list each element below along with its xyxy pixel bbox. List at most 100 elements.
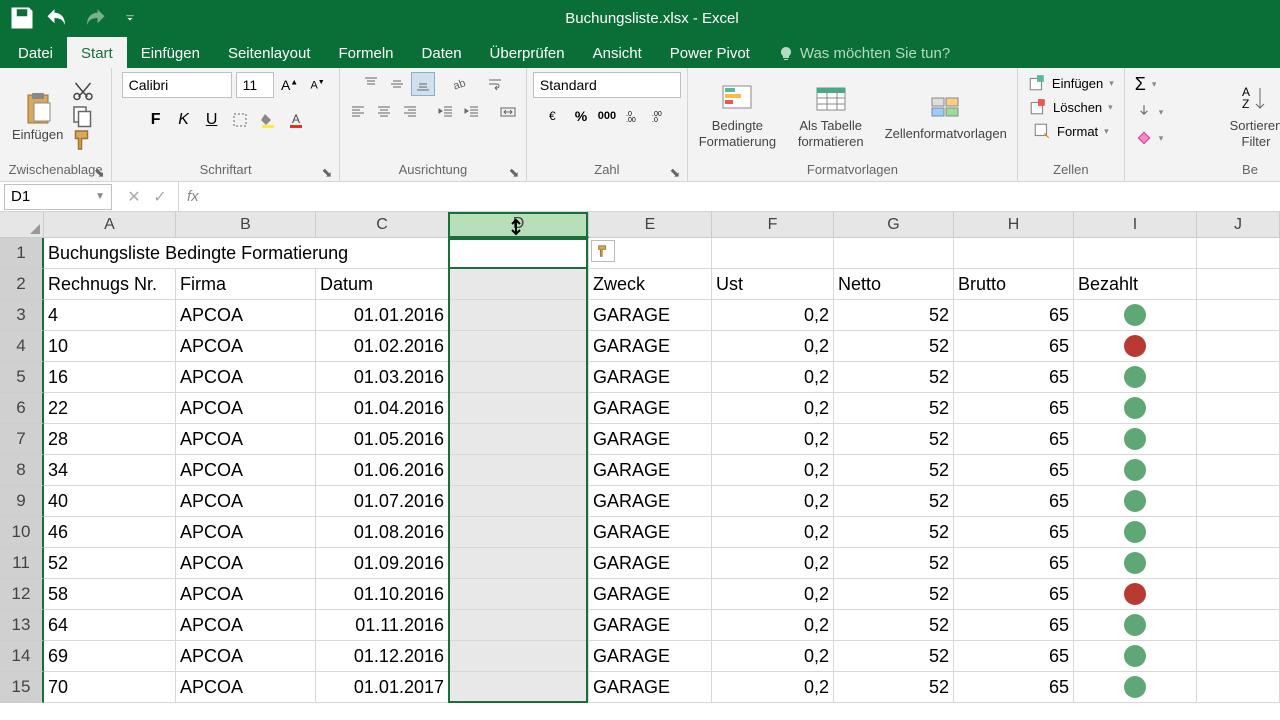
cell[interactable]: 0,2 — [712, 424, 834, 455]
cell[interactable]: APCOA — [176, 486, 316, 517]
cell[interactable]: 01.11.2016 — [316, 610, 449, 641]
underline-button[interactable]: U — [200, 108, 224, 132]
cell[interactable]: 65 — [954, 517, 1074, 548]
formula-input[interactable]: fx — [179, 188, 1280, 205]
cell[interactable]: APCOA — [176, 672, 316, 703]
cell[interactable]: APCOA — [176, 300, 316, 331]
cell[interactable]: 10 — [44, 331, 176, 362]
cell[interactable] — [1197, 672, 1280, 703]
cell[interactable]: GARAGE — [589, 579, 712, 610]
percent-format-button[interactable]: % — [569, 104, 593, 128]
italic-button[interactable]: K — [172, 108, 196, 132]
row-header-6[interactable]: 6 — [0, 393, 44, 424]
select-all-corner[interactable] — [0, 212, 44, 238]
cell[interactable]: 69 — [44, 641, 176, 672]
format-as-table-button[interactable]: Als Tabelle formatieren — [793, 80, 869, 151]
clear-button[interactable]: ▾ — [1131, 127, 1168, 149]
cell[interactable]: 4 — [44, 300, 176, 331]
tell-me-search[interactable]: Was möchten Sie tun? — [764, 39, 964, 68]
cell[interactable] — [1074, 455, 1197, 486]
cell[interactable]: APCOA — [176, 393, 316, 424]
cell[interactable] — [449, 362, 589, 393]
cell[interactable]: 01.10.2016 — [316, 579, 449, 610]
cell[interactable] — [1197, 238, 1280, 269]
cell[interactable]: 01.01.2017 — [316, 672, 449, 703]
cell[interactable]: 52 — [834, 424, 954, 455]
cell[interactable]: APCOA — [176, 362, 316, 393]
decrease-indent-button[interactable] — [434, 100, 458, 124]
tab-insert[interactable]: Einfügen — [127, 37, 214, 68]
cell[interactable]: Firma — [176, 269, 316, 300]
cell[interactable] — [1197, 362, 1280, 393]
cell[interactable]: 0,2 — [712, 393, 834, 424]
row-header-2[interactable]: 2 — [0, 269, 44, 300]
cell[interactable]: 52 — [834, 455, 954, 486]
sort-filter-button[interactable]: AZ Sortieren Filter — [1226, 80, 1280, 151]
cell[interactable]: 01.09.2016 — [316, 548, 449, 579]
cell[interactable]: 0,2 — [712, 486, 834, 517]
cell[interactable]: APCOA — [176, 455, 316, 486]
fill-button[interactable]: ▾ — [1131, 101, 1168, 123]
tab-view[interactable]: Ansicht — [579, 37, 656, 68]
tab-pagelayout[interactable]: Seitenlayout — [214, 37, 325, 68]
cell[interactable]: 0,2 — [712, 548, 834, 579]
cell[interactable] — [449, 269, 589, 300]
cell[interactable]: GARAGE — [589, 300, 712, 331]
column-header-A[interactable]: A — [44, 212, 176, 238]
cell[interactable]: 52 — [834, 610, 954, 641]
cell[interactable]: 65 — [954, 455, 1074, 486]
decrease-decimal-button[interactable]: .00.0 — [647, 104, 671, 128]
row-header-13[interactable]: 13 — [0, 610, 44, 641]
cell[interactable]: 52 — [834, 331, 954, 362]
name-box[interactable]: D1▼ — [4, 184, 112, 210]
cell[interactable] — [1197, 579, 1280, 610]
cell[interactable] — [1074, 393, 1197, 424]
undo-icon[interactable] — [44, 4, 72, 32]
font-color-button[interactable]: A — [284, 108, 308, 132]
cell[interactable]: 52 — [834, 362, 954, 393]
cell[interactable]: 16 — [44, 362, 176, 393]
tab-formulas[interactable]: Formeln — [325, 37, 408, 68]
cell[interactable]: 52 — [834, 486, 954, 517]
autosum-button[interactable]: Σ▾ — [1131, 72, 1161, 97]
cell[interactable] — [1074, 300, 1197, 331]
cell[interactable] — [1074, 610, 1197, 641]
cell[interactable]: 65 — [954, 424, 1074, 455]
cell[interactable]: APCOA — [176, 548, 316, 579]
cell[interactable]: Brutto — [954, 269, 1074, 300]
cell[interactable]: APCOA — [176, 641, 316, 672]
row-header-12[interactable]: 12 — [0, 579, 44, 610]
cell[interactable]: APCOA — [176, 517, 316, 548]
column-header-B[interactable]: B — [176, 212, 316, 238]
cell[interactable]: 01.02.2016 — [316, 331, 449, 362]
cell[interactable] — [1074, 517, 1197, 548]
cell[interactable]: 58 — [44, 579, 176, 610]
cell[interactable] — [1197, 486, 1280, 517]
cell[interactable] — [1197, 641, 1280, 672]
cell[interactable]: 52 — [834, 641, 954, 672]
copy-button[interactable] — [71, 106, 95, 126]
row-header-11[interactable]: 11 — [0, 548, 44, 579]
cell[interactable] — [449, 610, 589, 641]
align-left-button[interactable] — [346, 100, 370, 124]
cell[interactable]: 01.01.2016 — [316, 300, 449, 331]
cell[interactable]: 70 — [44, 672, 176, 703]
qat-customize-icon[interactable] — [116, 4, 144, 32]
cell[interactable]: 34 — [44, 455, 176, 486]
cell[interactable]: 0,2 — [712, 300, 834, 331]
align-right-button[interactable] — [398, 100, 422, 124]
cell[interactable] — [449, 393, 589, 424]
cell[interactable] — [1074, 548, 1197, 579]
cell[interactable] — [712, 238, 834, 269]
cell[interactable]: 01.08.2016 — [316, 517, 449, 548]
column-header-J[interactable]: J — [1197, 212, 1280, 238]
increase-font-button[interactable]: A▲ — [278, 73, 302, 97]
cell[interactable]: 0,2 — [712, 455, 834, 486]
cell[interactable]: 0,2 — [712, 362, 834, 393]
column-header-H[interactable]: H — [954, 212, 1074, 238]
cell[interactable]: 64 — [44, 610, 176, 641]
cell[interactable]: 65 — [954, 300, 1074, 331]
cell[interactable]: 65 — [954, 548, 1074, 579]
borders-button[interactable] — [228, 108, 252, 132]
row-header-1[interactable]: 1 — [0, 238, 44, 269]
